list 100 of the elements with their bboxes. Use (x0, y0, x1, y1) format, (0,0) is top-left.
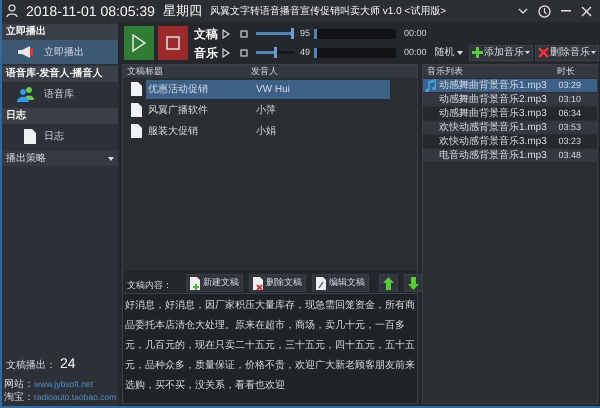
plus-icon (472, 47, 483, 58)
play-button[interactable] (222, 28, 230, 38)
music-duration: 03:23 (558, 134, 582, 148)
website-link[interactable]: www.jybsoft.net (34, 378, 94, 391)
dropdown-arrow-icon (525, 51, 530, 54)
sidebar-item[interactable]: 日志 (2, 124, 118, 148)
script-title: 风翼广播软件 (147, 104, 209, 118)
column-header: 时长 (557, 64, 575, 78)
column-header: 文稿标题 (126, 64, 164, 78)
strategy-dropdown[interactable]: 播出策略 (2, 151, 118, 166)
cross-icon (538, 47, 549, 58)
link-label: 网站： (4, 378, 34, 392)
close-icon (581, 6, 592, 16)
music-duration: 03:48 (558, 148, 582, 162)
stop-button[interactable] (158, 26, 188, 60)
speaker-name: 小萍 (256, 104, 276, 118)
stats-value: 24 (60, 354, 76, 373)
people-icon (16, 86, 36, 102)
script-title: 服装大促销 (147, 124, 199, 138)
content-label: 文稿内容： (127, 278, 172, 292)
script-row[interactable]: 优惠活动促销 VW Hui (146, 80, 390, 98)
music-note-icon (425, 79, 437, 92)
music-name: 欢快动感背景音乐3.mp3 (438, 134, 548, 149)
document-plus-icon (190, 276, 201, 290)
item-label: 语音库 (44, 88, 74, 102)
progress-bar[interactable] (314, 28, 396, 38)
stop-button[interactable] (240, 48, 248, 56)
weekday: 星期四 (162, 2, 202, 20)
music-row[interactable]: 动感舞曲背景音乐2.mp3 03:10 (423, 93, 597, 106)
document-icon (131, 124, 142, 138)
website-link[interactable]: radioauto.taobao.com (34, 391, 116, 404)
progress-time: 00:00 (404, 26, 427, 40)
document-icon (131, 82, 142, 96)
music-name: 动感舞曲背景音乐2.mp3 (438, 92, 548, 107)
section-header: 语音库-发音人-播音人 (2, 66, 118, 82)
volume-reading: 95 (298, 26, 310, 40)
music-button[interactable]: 添加音乐 (469, 44, 533, 60)
window-title: 风翼文字转语音播音宣传促销叫卖大师 v1.0 <试用版> (210, 4, 446, 18)
music-row[interactable]: 动感舞曲背景音乐1.mp3 03:29 (423, 79, 597, 92)
date-time: 2018-11-01 08:05:39 (26, 2, 155, 20)
document-pencil-icon (316, 276, 327, 290)
toolbar-button[interactable]: 新建文稿 (186, 274, 243, 292)
stop-icon (240, 30, 248, 38)
column-header: 音乐列表 (426, 64, 463, 78)
music-row[interactable]: 欢快动感背景音乐3.mp3 03:23 (423, 135, 597, 148)
music-duration: 06:34 (558, 106, 582, 120)
play-mode-dropdown[interactable]: 随机 (434, 45, 463, 60)
music-name: 动感舞曲背景音乐3.mp3 (438, 106, 548, 121)
script-content[interactable]: 好消息，好消息，因厂家积压大量库存，现急需回笼资金，所有商品委托本店清仓大处理。原来在超市，商场，卖几十元，一百多元，几百元的，现在只卖二十五元，三十五元，四十五元，五十五元，品种众多，质量保证，价格不贵，欢迎广大新老顾客朋友前来选购，买不买，没关系，看看也欢迎 (123, 293, 417, 403)
section-header: 日志 (2, 108, 118, 124)
music-name: 动感舞曲背景音乐1.mp3 (438, 78, 548, 93)
script-title: 优惠活动促销 (147, 82, 209, 96)
speaker-name: 小娟 (256, 124, 276, 138)
stop-icon (166, 36, 180, 50)
progress-bar[interactable] (314, 48, 396, 58)
toolbar-button[interactable] (404, 274, 423, 292)
arrow-up-icon (383, 276, 394, 290)
script-row[interactable]: 服装大促销 小娟 (146, 122, 390, 140)
music-duration: 03:10 (558, 92, 582, 106)
dropdown-arrow-icon (456, 50, 463, 54)
section-header: 立即播出 (2, 24, 118, 40)
arrow-down-icon (408, 276, 419, 290)
progress-time: 00:00 (404, 46, 427, 59)
dropdown-arrow-icon (591, 51, 596, 54)
item-label: 日志 (44, 130, 64, 144)
music-button[interactable]: 删除音乐 (535, 44, 599, 60)
channel-label: 音乐 (194, 44, 218, 62)
music-row[interactable]: 欢快动感背景音乐1.mp3 03:53 (423, 121, 597, 134)
volume-reading: 49 (298, 46, 310, 59)
megaphone-icon (16, 45, 36, 59)
toolbar-button[interactable]: 编辑文稿 (312, 274, 369, 292)
play-button[interactable] (222, 48, 230, 58)
speaker-name: VW Hui (256, 82, 290, 96)
music-name: 电音动感背景音乐1.mp3 (438, 148, 548, 163)
link-label: 淘宝： (4, 390, 34, 405)
channel-label: 文稿 (194, 26, 218, 42)
clock-icon (538, 4, 551, 18)
dropdown-label: 播出策略 (6, 152, 46, 166)
play-icon (132, 34, 146, 52)
sidebar-item[interactable]: 立即播出 (2, 40, 118, 64)
item-label: 立即播出 (44, 46, 84, 60)
stats-label: 文稿播出： (6, 358, 56, 373)
music-duration: 03:29 (558, 78, 582, 92)
user-icon (6, 4, 18, 18)
toolbar-button[interactable]: 删除文稿 (249, 274, 306, 292)
document-cross-icon (253, 276, 264, 290)
dropdown-arrow-icon (108, 156, 114, 160)
sidebar-item[interactable]: 语音库 (2, 82, 118, 106)
column-header: 发音人 (251, 64, 278, 78)
stop-icon (240, 48, 248, 56)
toolbar-button[interactable] (379, 274, 398, 292)
music-row[interactable]: 动感舞曲背景音乐3.mp3 06:34 (423, 107, 597, 120)
music-row[interactable]: 电音动感背景音乐1.mp3 03:48 (423, 149, 597, 162)
music-name: 欢快动感背景音乐1.mp3 (438, 120, 548, 135)
stop-button[interactable] (240, 30, 248, 38)
minimize-icon (561, 10, 571, 12)
script-row[interactable]: 风翼广播软件 小萍 (146, 100, 390, 120)
music-duration: 03:53 (558, 120, 582, 134)
document-icon (131, 103, 142, 117)
chevron-down-icon (518, 8, 528, 14)
